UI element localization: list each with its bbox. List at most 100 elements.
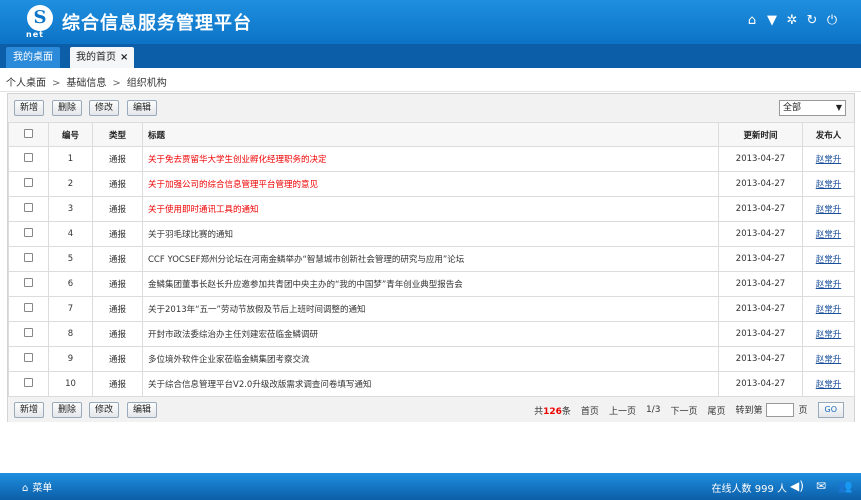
total-count: 共126条 [534,404,571,417]
close-icon[interactable]: × [120,52,128,63]
row-date: 2013-04-27 [718,221,803,247]
modify-button[interactable]: 修改 [89,100,120,116]
header-icons: ⌂ ▼ ✲ ↻ ⏻ [745,14,839,28]
online-value: 999 [754,484,774,495]
delete-button[interactable]: 删除 [52,402,83,418]
row-publisher[interactable]: 赵常升 [802,296,855,322]
row-date: 2013-04-27 [718,246,803,272]
refresh-icon[interactable]: ↻ [805,14,819,28]
logo-sub: net [26,30,44,39]
row-publisher[interactable]: 赵常升 [802,246,855,272]
row-checkbox-cell [8,221,49,247]
edit-button[interactable]: 编辑 [127,402,158,418]
row-type: 通报 [92,146,143,172]
col-publisher[interactable]: 发布人 [802,122,855,147]
table-row[interactable]: 2 通报 关于加强公司的综合信息管理平台管理的意见 2013-04-27 赵常升 [8,171,855,197]
row-checkbox[interactable] [24,228,33,237]
table-row[interactable]: 10 通报 关于综合信息管理平台V2.0升级改版需求调查问卷填写通知 2013-04-… [8,371,855,397]
table-row[interactable]: 7 通报 关于2013年“五一”劳动节放假及节后上班时间调整的通知 2013-04-2… [8,296,855,322]
col-type[interactable]: 类型 [92,122,143,147]
breadcrumb-item[interactable]: 组织机构 [127,78,167,89]
page-input[interactable] [766,403,795,418]
row-checkbox[interactable] [24,178,33,187]
row-type: 通报 [92,246,143,272]
row-checkbox[interactable] [24,203,33,212]
volume-icon[interactable]: ◀) [789,478,805,494]
table-row[interactable]: 5 通报 CCF YOCSEF郑州分论坛在河南金鳞举办“智慧城市创新社会管理的研究与… [8,246,855,272]
tab-my-desktop[interactable]: 我的桌面 [6,47,60,68]
row-publisher[interactable]: 赵常升 [802,171,855,197]
row-publisher[interactable]: 赵常升 [802,221,855,247]
row-title[interactable]: 关于加强公司的综合信息管理平台管理的意见 [142,171,719,197]
row-number: 6 [48,271,93,297]
row-date: 2013-04-27 [718,296,803,322]
row-checkbox[interactable] [24,353,33,362]
row-title[interactable]: 关于免去贾留华大学生创业孵化经理职务的决定 [142,146,719,172]
row-publisher[interactable]: 赵常升 [802,196,855,222]
row-title[interactable]: 关于使用即时通讯工具的通知 [142,196,719,222]
chevron-down-icon: ▼ [835,103,842,112]
row-checkbox[interactable] [24,153,33,162]
row-title[interactable]: 关于2013年“五一”劳动节放假及节后上班时间调整的通知 [142,296,719,322]
row-title[interactable]: CCF YOCSEF郑州分论坛在河南金鳞举办“智慧城市创新社会管理的研究与应用”… [142,246,719,272]
breadcrumb-item[interactable]: 个人桌面 [6,78,46,89]
page-unit: 页 [798,405,808,416]
row-type: 通报 [92,171,143,197]
next-page-link[interactable]: 下一页 [670,404,697,417]
row-type: 通报 [92,371,143,397]
col-number[interactable]: 编号 [48,122,93,147]
add-button[interactable]: 新增 [14,100,45,116]
row-checkbox[interactable] [24,378,33,387]
select-all-checkbox[interactable] [24,128,33,138]
table-row[interactable]: 6 通报 金鳞集团董事长赵长升应邀参加共青团中央主办的“我的中国梦”青年创业典型报告… [8,271,855,297]
last-page-link[interactable]: 尾页 [707,404,725,417]
users-icon[interactable]: 👥 [837,478,853,494]
prev-page-link[interactable]: 上一页 [609,404,636,417]
add-button[interactable]: 新增 [14,402,45,418]
row-publisher[interactable]: 赵常升 [802,321,855,347]
row-checkbox-cell [8,346,49,372]
row-checkbox[interactable] [24,278,33,287]
breadcrumb-item[interactable]: 基础信息 [66,78,106,89]
row-publisher[interactable]: 赵常升 [802,371,855,397]
delete-button[interactable]: 删除 [52,100,83,116]
row-checkbox[interactable] [24,303,33,312]
row-date: 2013-04-27 [718,271,803,297]
row-title[interactable]: 多位境外软件企业家莅临金鳞集团考察交流 [142,346,719,372]
row-title[interactable]: 开封市政法委综治办主任刘建宏莅临金鳞调研 [142,321,719,347]
col-title[interactable]: 标题 [142,122,719,147]
row-title[interactable]: 关于综合信息管理平台V2.0升级改版需求调查问卷填写通知 [142,371,719,397]
home-icon[interactable]: ⌂ [745,14,759,28]
row-publisher[interactable]: 赵常升 [802,271,855,297]
first-page-link[interactable]: 首页 [581,404,599,417]
row-type: 通报 [92,221,143,247]
row-checkbox-cell [8,196,49,222]
power-icon[interactable]: ⏻ [825,14,839,28]
row-title[interactable]: 金鳞集团董事长赵长升应邀参加共青团中央主办的“我的中国梦”青年创业典型报告会 [142,271,719,297]
table-row[interactable]: 1 通报 关于免去贾留华大学生创业孵化经理职务的决定 2013-04-27 赵常升 [8,146,855,172]
filter-select[interactable]: 全部 ▼ [779,100,846,116]
row-number: 5 [48,246,93,272]
edit-button[interactable]: 编辑 [127,100,158,116]
mail-icon[interactable]: ✉ [813,478,829,494]
row-title[interactable]: 关于羽毛球比赛的通知 [142,221,719,247]
row-checkbox-cell [8,321,49,347]
data-table: 编号 类型 标题 更新时间 发布人 1 通报 关于免去贾留华大学生创业孵化经理职务的… [8,122,855,397]
row-publisher[interactable]: 赵常升 [802,346,855,372]
table-row[interactable]: 3 通报 关于使用即时通讯工具的通知 2013-04-27 赵常升 [8,196,855,222]
row-publisher[interactable]: 赵常升 [802,146,855,172]
col-updated[interactable]: 更新时间 [718,122,803,147]
go-button[interactable]: GO [817,402,844,418]
shirt-icon[interactable]: ▼ [765,14,779,28]
row-date: 2013-04-27 [718,146,803,172]
online-unit: 人 [777,484,787,495]
table-row[interactable]: 4 通报 关于羽毛球比赛的通知 2013-04-27 赵常升 [8,221,855,247]
table-row[interactable]: 8 通报 开封市政法委综治办主任刘建宏莅临金鳞调研 2013-04-27 赵常升 [8,321,855,347]
row-checkbox[interactable] [24,328,33,337]
row-checkbox[interactable] [24,253,33,262]
modify-button[interactable]: 修改 [89,402,120,418]
gear-icon[interactable]: ✲ [785,14,799,28]
table-row[interactable]: 9 通报 多位境外软件企业家莅临金鳞集团考察交流 2013-04-27 赵常升 [8,346,855,372]
tab-my-home[interactable]: 我的首页 × [70,47,135,68]
menu-button[interactable]: ⌂ 菜单 [22,479,52,494]
